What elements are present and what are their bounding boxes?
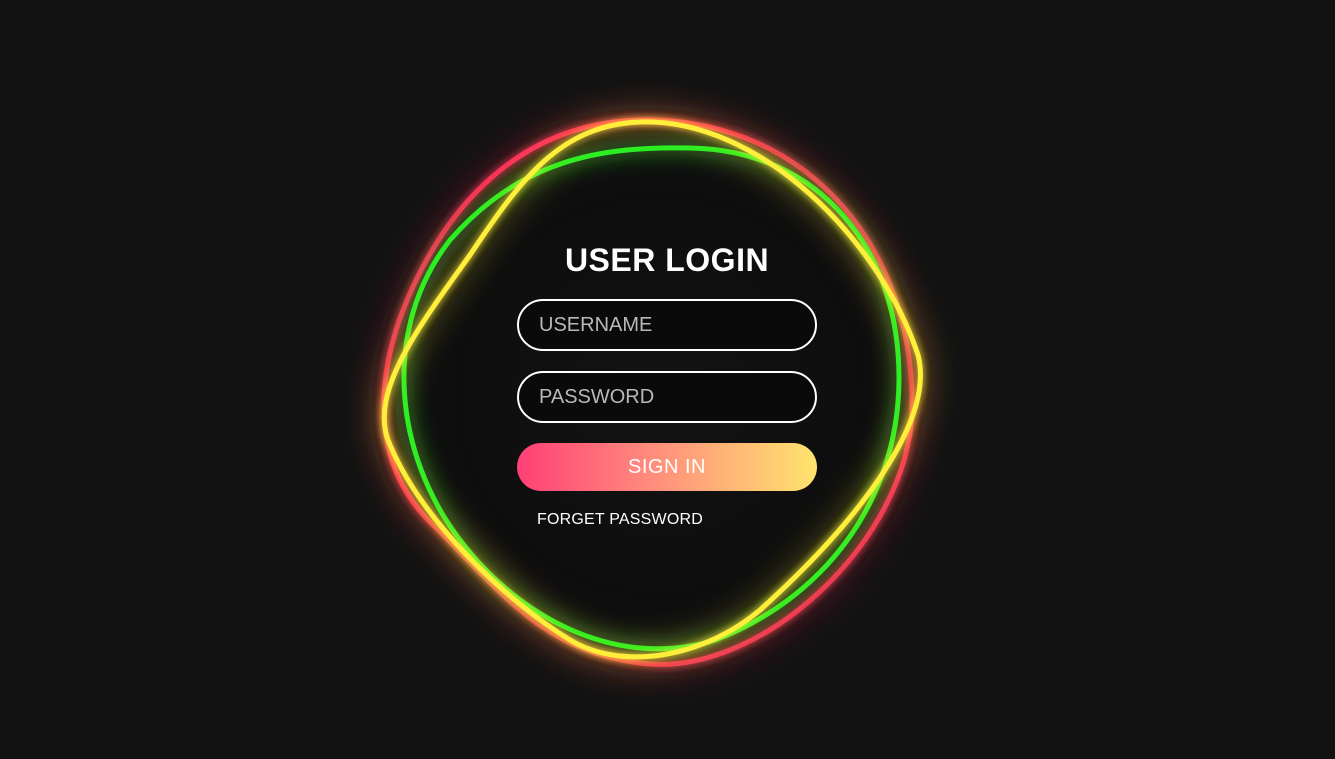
forgot-password-link[interactable]: FORGET PASSWORD	[537, 511, 703, 529]
login-form: USER LOGIN SIGN IN FORGET PASSWORD	[517, 236, 817, 529]
sign-in-button[interactable]: SIGN IN	[517, 443, 817, 491]
password-input[interactable]	[517, 371, 817, 423]
username-input[interactable]	[517, 299, 817, 351]
login-page: USER LOGIN SIGN IN FORGET PASSWORD	[0, 0, 1335, 759]
login-title: USER LOGIN	[564, 242, 770, 278]
